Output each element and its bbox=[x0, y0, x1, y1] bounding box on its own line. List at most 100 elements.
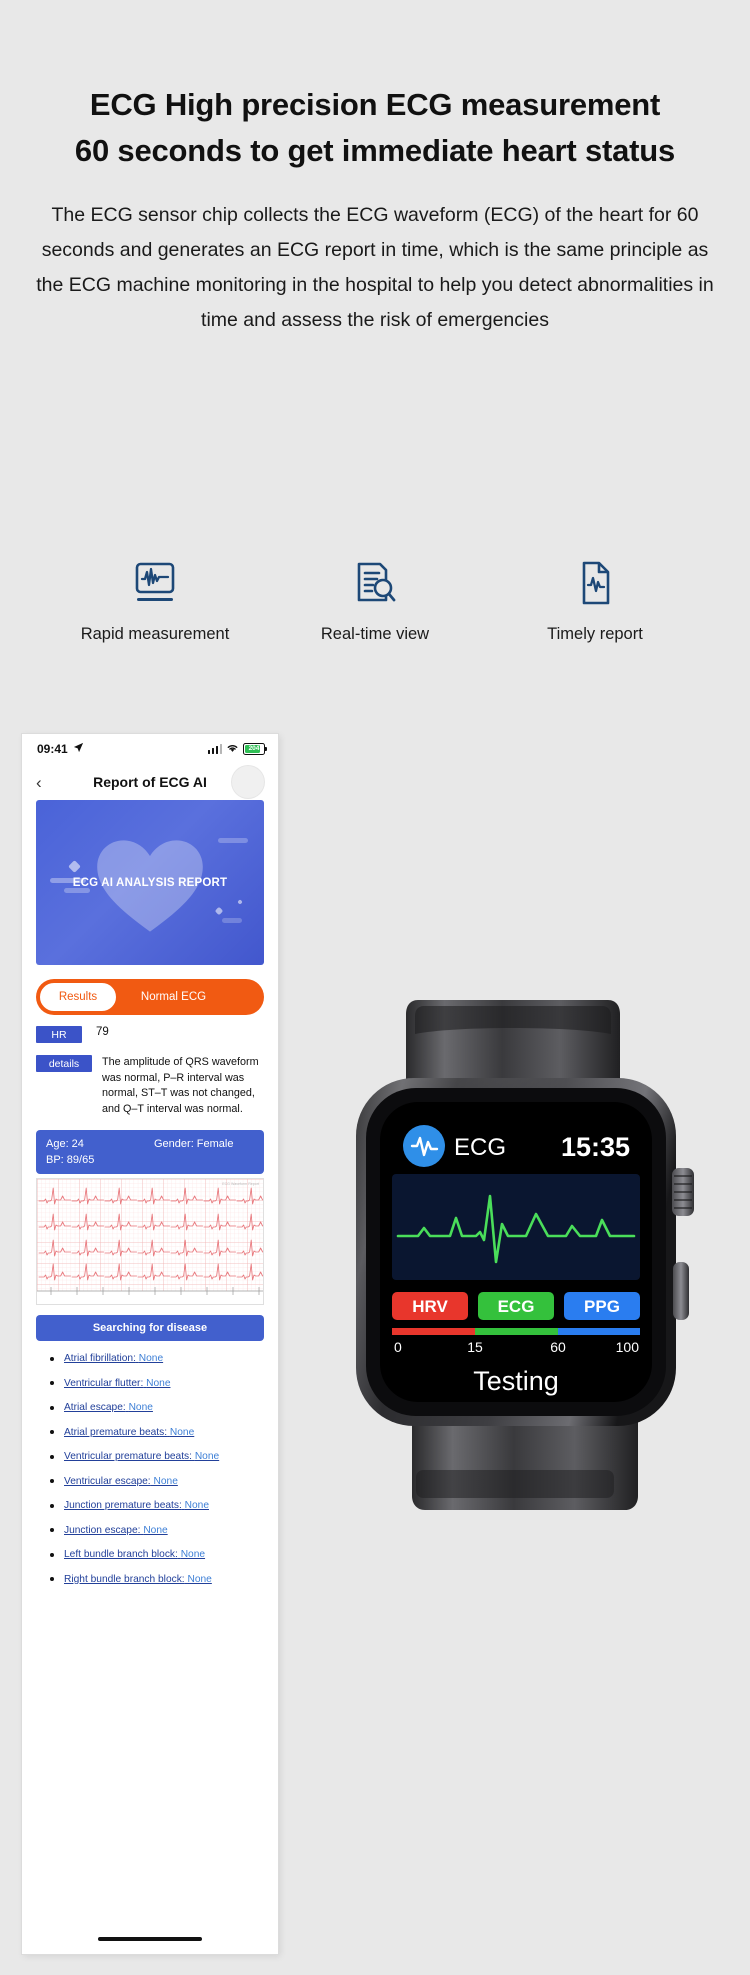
watch-time: 15:35 bbox=[561, 1132, 630, 1162]
disease-result: None bbox=[138, 1353, 164, 1364]
ecg-waveform-chart: ECG Waveform Report bbox=[36, 1178, 264, 1305]
report-pulse-icon bbox=[570, 555, 620, 611]
decor-bar bbox=[218, 838, 248, 843]
phone-navbar: ‹ Report of ECG AI bbox=[22, 764, 278, 800]
list-item[interactable]: Junction premature beats: None bbox=[36, 1500, 264, 1511]
disease-result: None bbox=[128, 1402, 153, 1413]
chevron-left-icon[interactable]: ‹ bbox=[36, 774, 42, 791]
headline-line-2: 60 seconds to get immediate heart status bbox=[74, 133, 676, 168]
disease-result: None bbox=[184, 1500, 209, 1511]
list-item[interactable]: Atrial escape: None bbox=[36, 1402, 264, 1413]
status-bar-time: 09:41 bbox=[37, 742, 68, 756]
decor-bar bbox=[64, 888, 90, 893]
disease-result: None bbox=[180, 1549, 206, 1560]
disease-name: Left bundle branch block: bbox=[64, 1549, 178, 1560]
list-item[interactable]: Atrial fibrillation: None bbox=[36, 1353, 264, 1364]
disease-name: Junction escape: bbox=[64, 1524, 141, 1536]
sparkle-icon bbox=[237, 899, 243, 905]
watch-scale-tick-15: 15 bbox=[467, 1339, 483, 1355]
hero-paragraph: The ECG sensor chip collects the ECG wav… bbox=[36, 204, 714, 331]
list-item[interactable]: Left bundle branch block: None bbox=[36, 1549, 264, 1560]
bullet-icon bbox=[50, 1454, 54, 1459]
watch-app-label: ECG bbox=[454, 1134, 506, 1161]
document-search-icon bbox=[350, 555, 400, 611]
patient-bp: BP: 89/65 bbox=[46, 1154, 95, 1166]
bullet-icon bbox=[50, 1577, 54, 1581]
disease-name: Right bundle branch block: bbox=[64, 1573, 185, 1585]
feature-timely-report: Timely report bbox=[485, 555, 705, 644]
page-title: ECG High precision ECG measurement 60 se… bbox=[0, 82, 750, 174]
results-value: Normal ECG bbox=[140, 991, 207, 1003]
list-item[interactable]: Ventricular flutter: None bbox=[36, 1378, 264, 1389]
sparkle-icon bbox=[214, 906, 224, 916]
disease-name: Ventricular premature beats: bbox=[64, 1451, 192, 1462]
feature-label: Real-time view bbox=[320, 625, 430, 643]
product-detail-page: ECG High precision ECG measurement 60 se… bbox=[0, 0, 750, 1975]
disease-result: None bbox=[194, 1451, 220, 1462]
watch-mode-ecg: ECG bbox=[498, 1297, 535, 1316]
disease-name: Ventricular flutter: bbox=[64, 1377, 144, 1389]
feature-real-time-view: Real-time view bbox=[265, 555, 485, 644]
list-item[interactable]: Ventricular escape: None bbox=[36, 1476, 264, 1487]
smartwatch-mockup: ECG 15:35 HRV ECG PPG 0 15 60 100 Testin… bbox=[300, 1000, 730, 1510]
hr-chip: HR bbox=[36, 1026, 82, 1043]
bullet-icon bbox=[50, 1381, 54, 1385]
disease-result: None bbox=[153, 1475, 178, 1487]
patient-info-band: Age: 24 Gender: Female BP: 89/65 bbox=[36, 1130, 264, 1174]
list-item[interactable]: Right bundle branch block: None bbox=[36, 1574, 264, 1585]
hr-row: HR 79 bbox=[36, 1026, 264, 1043]
status-bar: 09:41 204 bbox=[22, 734, 278, 764]
bullet-icon bbox=[50, 1552, 54, 1557]
watch-scale-tick-0: 0 bbox=[394, 1339, 402, 1355]
hr-value: 79 bbox=[96, 1026, 109, 1038]
watch-mode-hrv: HRV bbox=[412, 1297, 448, 1316]
feature-rapid-measurement: Rapid measurement bbox=[45, 555, 265, 644]
bullet-icon bbox=[50, 1528, 54, 1532]
disease-result: None bbox=[146, 1377, 171, 1389]
searching-for-disease-button[interactable]: Searching for disease bbox=[36, 1315, 264, 1341]
sparkle-icon bbox=[68, 860, 81, 873]
feature-row: Rapid measurement Real-time view Timely … bbox=[45, 555, 705, 644]
list-item[interactable]: Atrial premature beats: None bbox=[36, 1427, 264, 1438]
patient-age: Age: 24 bbox=[46, 1138, 84, 1150]
watch-scale-tick-100: 100 bbox=[616, 1339, 640, 1355]
search-button-label: Searching for disease bbox=[92, 1322, 208, 1334]
feature-label: Rapid measurement bbox=[80, 625, 230, 643]
disease-list: Atrial fibrillation: None Ventricular fl… bbox=[36, 1353, 264, 1585]
disease-name: Atrial premature beats: bbox=[64, 1426, 168, 1438]
chart-caption: ECG Waveform Report bbox=[222, 1182, 259, 1186]
disease-result: None bbox=[187, 1573, 212, 1585]
home-indicator bbox=[98, 1937, 202, 1941]
disease-result: None bbox=[143, 1524, 168, 1536]
patient-gender: Gender: Female bbox=[154, 1138, 234, 1150]
results-tag: Results bbox=[39, 982, 117, 1012]
details-row: details The amplitude of QRS waveform wa… bbox=[36, 1055, 264, 1117]
avatar[interactable] bbox=[232, 766, 264, 798]
decor-bar bbox=[222, 918, 242, 923]
bullet-icon bbox=[50, 1503, 54, 1508]
watch-mode-ppg: PPG bbox=[584, 1297, 620, 1316]
disease-name: Ventricular escape: bbox=[64, 1475, 151, 1487]
watch-scale-tick-60: 60 bbox=[550, 1339, 566, 1355]
battery-level: 204 bbox=[248, 744, 260, 752]
bullet-icon bbox=[50, 1479, 54, 1483]
cellular-bars-icon bbox=[207, 744, 222, 754]
bullet-icon bbox=[50, 1430, 54, 1434]
wifi-icon bbox=[226, 740, 239, 758]
location-arrow-icon bbox=[73, 742, 84, 756]
feature-label: Timely report bbox=[547, 625, 643, 643]
list-item[interactable]: Ventricular premature beats: None bbox=[36, 1451, 264, 1462]
bullet-icon bbox=[50, 1356, 54, 1361]
watch-status: Testing bbox=[473, 1366, 559, 1396]
details-text: The amplitude of QRS waveform was normal… bbox=[102, 1056, 259, 1115]
list-item[interactable]: Junction escape: None bbox=[36, 1525, 264, 1536]
results-bar[interactable]: Results Normal ECG bbox=[36, 979, 264, 1015]
disease-result: None bbox=[169, 1426, 195, 1438]
disease-name: Atrial escape: bbox=[64, 1402, 126, 1413]
banner-title: ECG AI ANALYSIS REPORT bbox=[72, 876, 228, 889]
headline-line-1: ECG High precision ECG measurement bbox=[89, 87, 661, 122]
details-chip: details bbox=[36, 1055, 92, 1072]
bullet-icon bbox=[50, 1405, 54, 1410]
waveform-monitor-icon bbox=[130, 555, 180, 611]
ecg-pulse-icon bbox=[403, 1125, 445, 1167]
